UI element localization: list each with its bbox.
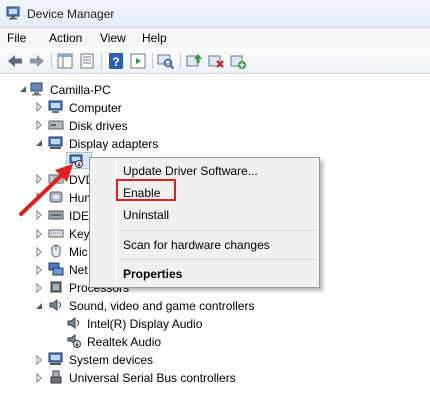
expand-triangle-icon[interactable] — [35, 102, 43, 112]
disabled-speaker-icon — [67, 334, 81, 348]
mouse-icon — [51, 244, 61, 258]
tree-item-computer[interactable]: Computer — [69, 101, 122, 115]
tree-item-display-adapters[interactable]: Display adapters — [69, 137, 158, 151]
context-menu: Update Driver Software... Enable Uninsta… — [89, 157, 320, 288]
expand-triangle-icon[interactable] — [35, 120, 43, 130]
usb-icon — [50, 370, 62, 384]
tree-item-disk-drives[interactable]: Disk drives — [69, 119, 128, 133]
menu-action[interactable]: Action — [49, 31, 82, 45]
tree-root-label[interactable]: Camilla-PC — [50, 83, 111, 97]
sound-controller-icon — [49, 299, 61, 311]
keyboard-icon — [48, 229, 64, 238]
tree-item-keyboards[interactable]: Key — [69, 227, 90, 241]
menu-separator — [119, 230, 315, 231]
svg-text:?: ? — [112, 55, 119, 69]
expand-triangle-icon[interactable] — [35, 355, 43, 365]
action-pane-icon[interactable] — [129, 52, 147, 70]
expand-triangle-icon[interactable] — [35, 373, 43, 383]
collapse-triangle-icon[interactable] — [35, 302, 43, 312]
menu-item-update-driver[interactable]: Update Driver Software... — [123, 164, 258, 178]
collapse-triangle-icon[interactable] — [35, 139, 43, 149]
window-title: Device Manager — [27, 7, 115, 21]
forward-arrow-icon[interactable] — [28, 52, 46, 70]
scan-hardware-icon[interactable] — [157, 52, 175, 70]
help-icon[interactable]: ? — [107, 52, 125, 70]
computer-icon — [30, 82, 43, 96]
network-adapter-icon — [48, 262, 64, 276]
expand-triangle-icon[interactable] — [35, 283, 43, 293]
disable-device-icon[interactable] — [207, 52, 225, 70]
expand-triangle-icon[interactable] — [35, 229, 43, 239]
update-driver-icon[interactable] — [185, 52, 203, 70]
expand-triangle-icon[interactable] — [35, 247, 43, 257]
menu-file[interactable]: File — [7, 31, 26, 45]
device-manager-icon — [6, 6, 20, 20]
menu-view[interactable]: View — [100, 31, 126, 45]
tree-item-intel-display-audio[interactable]: Intel(R) Display Audio — [87, 317, 202, 331]
properties-icon[interactable] — [78, 52, 96, 70]
tree-item-system-devices[interactable]: System devices — [69, 353, 153, 367]
menu-item-uninstall[interactable]: Uninstall — [123, 208, 169, 222]
tree-item-sound-video[interactable]: Sound, video and game controllers — [69, 299, 254, 313]
menu-item-scan-hardware[interactable]: Scan for hardware changes — [123, 238, 270, 252]
tree-item-mice[interactable]: Mic — [69, 245, 88, 259]
processor-icon — [50, 281, 62, 293]
disk-drive-icon — [48, 120, 64, 130]
menu-bar: File Action View Help — [0, 28, 430, 48]
menu-separator — [119, 259, 315, 260]
title-bar: Device Manager — [0, 0, 430, 28]
tree-item-usb-controllers[interactable]: Universal Serial Bus controllers — [69, 371, 236, 385]
back-arrow-icon[interactable] — [6, 52, 24, 70]
menu-item-properties[interactable]: Properties — [123, 267, 182, 281]
tree-item-realtek-audio[interactable]: Realtek Audio — [87, 335, 161, 349]
menu-help[interactable]: Help — [142, 31, 167, 45]
collapse-triangle-icon[interactable] — [19, 85, 27, 95]
speaker-icon — [67, 317, 79, 329]
toolbar: ? — [0, 48, 430, 74]
tree-item-network[interactable]: Net — [69, 263, 88, 277]
expand-triangle-icon[interactable] — [35, 265, 43, 275]
system-devices-icon — [48, 352, 63, 365]
enable-highlight-box — [116, 179, 176, 201]
show-hide-tree-icon[interactable] — [56, 52, 74, 70]
annotation-arrow — [19, 164, 73, 216]
computer-icon — [48, 100, 63, 113]
uninstall-device-icon[interactable] — [229, 52, 247, 70]
display-adapter-icon — [48, 136, 63, 149]
